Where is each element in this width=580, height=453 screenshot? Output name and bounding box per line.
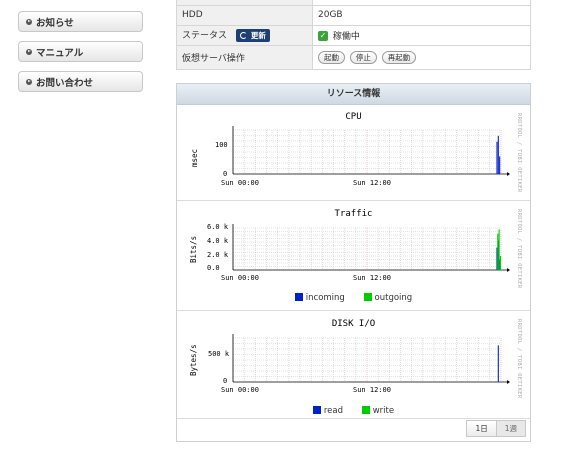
legend-label: read	[323, 406, 344, 416]
hdd-label: HDD	[176, 4, 313, 26]
refresh-icon	[239, 32, 247, 39]
sidebar-item-label: お知らせ	[36, 17, 74, 29]
check-icon: ✓	[318, 31, 328, 41]
update-button[interactable]: 更新	[235, 29, 270, 42]
sidebar-item-contact[interactable]: お問い合わせ	[18, 71, 143, 92]
server-info-table: HDD 20GB ステータス 更新 ✓ 稼働中 仮想サーバ操作 起動 停止 再起…	[176, 0, 531, 70]
panel-title: リソース情報	[177, 84, 530, 105]
ops-label: 仮想サーバ操作	[176, 44, 313, 70]
arrow-circle-icon	[26, 48, 32, 55]
x-tick: Sun 00:00	[221, 274, 259, 282]
x-tick: Sun 12:00	[353, 386, 391, 394]
grid	[232, 129, 502, 175]
y-tick: 100	[215, 141, 228, 149]
grid	[232, 337, 502, 383]
legend-swatch	[294, 293, 303, 301]
hdd-value: 20GB	[312, 4, 531, 26]
y-tick: 4.0 k	[207, 237, 229, 245]
start-button[interactable]: 起動	[318, 50, 345, 64]
update-label: 更新	[250, 31, 266, 40]
sidebar-item-label: マニュアル	[36, 47, 84, 59]
y-tick: 6.0 k	[207, 223, 229, 231]
traffic-graph: Traffic Bits/s RRDTOOL / TOBI OETIKER 6.…	[177, 201, 530, 311]
x-axis-arrow	[507, 268, 510, 272]
status-label: ステータス	[182, 31, 228, 41]
grid	[232, 227, 502, 271]
legend-label: outgoing	[374, 293, 413, 303]
x-tick: Sun 00:00	[221, 386, 259, 394]
legend-item: read	[312, 406, 344, 416]
y-tick: 0	[223, 377, 228, 385]
table-row: ステータス 更新 ✓ 稼働中	[176, 24, 531, 46]
legend-item: write	[361, 406, 395, 416]
disk-legend: read write	[177, 406, 530, 416]
y-tick: 0.0	[207, 264, 220, 272]
ops-cell: 起動 停止 再起動	[312, 44, 531, 70]
resource-panel: リソース情報 CPU msec RRDTOOL / TOBI OETIKER 1…	[176, 83, 531, 442]
legend-label: incoming	[305, 293, 345, 303]
cpu-graph: CPU msec RRDTOOL / TOBI OETIKER 100 0 Su…	[177, 105, 530, 201]
arrow-circle-icon	[26, 78, 32, 85]
sidebar-item-news[interactable]: お知らせ	[18, 11, 143, 32]
y-tick: 500 k	[208, 350, 230, 358]
disk-graph: DISK I/O Bytes/s RRDTOOL / TOBI OETIKER …	[177, 311, 530, 419]
x-tick: Sun 12:00	[353, 179, 391, 187]
arrow-circle-icon	[26, 18, 32, 25]
status-value-cell: ✓ 稼働中	[312, 24, 531, 46]
x-axis-arrow	[507, 172, 510, 176]
traffic-legend: incoming outgoing	[177, 293, 530, 303]
disk-plot	[232, 334, 510, 384]
sidebar-item-manual[interactable]: マニュアル	[18, 41, 143, 62]
period-1week-button[interactable]: 1週	[496, 420, 526, 437]
legend-swatch	[363, 293, 372, 301]
table-row: HDD 20GB	[176, 4, 531, 26]
period-selector: 1日 1週	[466, 420, 526, 437]
legend-swatch	[312, 406, 321, 414]
x-axis-arrow	[507, 380, 510, 384]
sidebar-item-label: お問い合わせ	[36, 77, 94, 89]
legend-item: incoming	[294, 293, 345, 303]
table-row: 仮想サーバ操作 起動 停止 再起動	[176, 44, 531, 70]
x-tick: Sun 12:00	[353, 274, 391, 282]
x-tick: Sun 00:00	[221, 179, 259, 187]
status-label-cell: ステータス 更新	[176, 24, 313, 46]
period-1day-button[interactable]: 1日	[466, 420, 497, 437]
status-value: 稼働中	[332, 31, 360, 42]
stop-button[interactable]: 停止	[349, 50, 377, 64]
legend-item: outgoing	[363, 293, 413, 303]
legend-swatch	[361, 406, 370, 414]
restart-button[interactable]: 再起動	[381, 50, 417, 64]
y-tick: 0	[223, 170, 228, 178]
y-tick: 2.0 k	[207, 251, 229, 259]
legend-label: write	[372, 406, 395, 416]
